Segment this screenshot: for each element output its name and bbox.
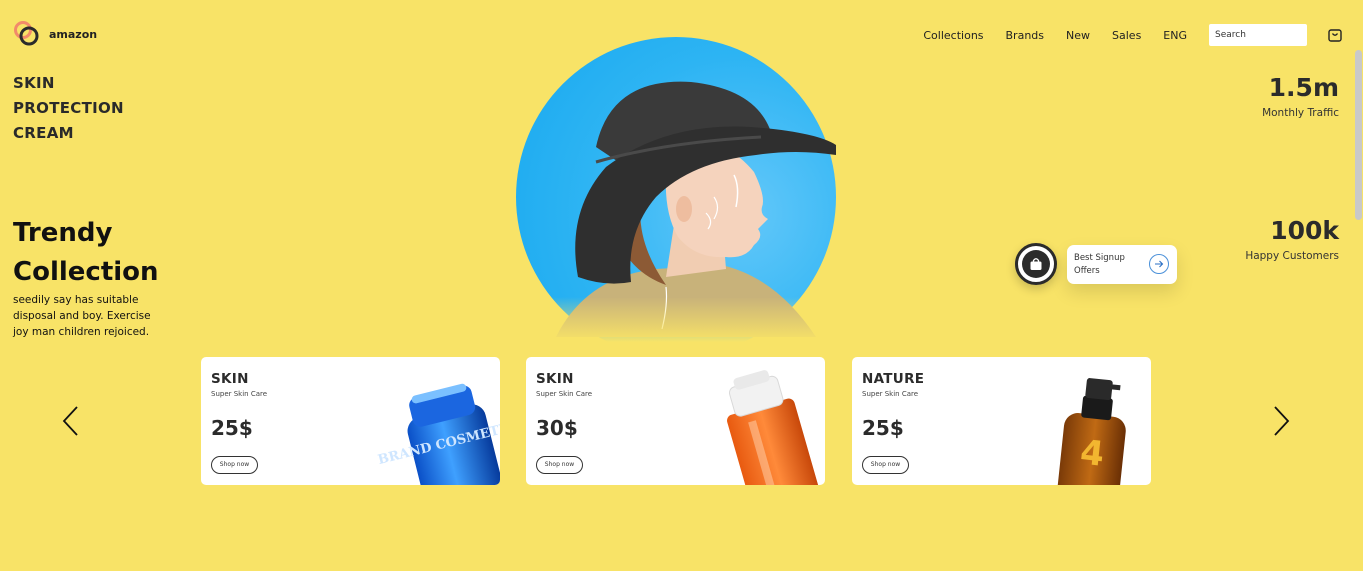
arrow-right-icon [1155, 260, 1164, 268]
product-category: SKIN [211, 371, 249, 387]
signup-text: Best Signup Offers [1074, 253, 1125, 276]
blue-cosmetic-bottle-image: BRAND COSMETICS [376, 383, 500, 485]
product-price: 30$ [536, 416, 578, 440]
stat-value: 1.5m [1268, 73, 1339, 102]
chevron-right-icon[interactable] [1272, 405, 1292, 437]
shop-now-button[interactable]: Shop now [536, 456, 583, 474]
stat-happy-customers: 100k Happy Customers [1245, 216, 1339, 262]
nav-item-new[interactable]: New [1066, 29, 1090, 42]
amber-spray-bottle-image: 4 [1057, 378, 1126, 485]
scrollbar-thumb[interactable] [1355, 50, 1362, 220]
signup-bag-button[interactable] [1015, 243, 1057, 285]
orange-serum-bottle-image [727, 370, 820, 485]
nav-item-sales[interactable]: Sales [1112, 29, 1141, 42]
hero-image [516, 37, 836, 357]
stat-label: Happy Customers [1245, 250, 1339, 262]
signup-offers-card[interactable]: Best Signup Offers [1067, 245, 1177, 284]
headline-line: PROTECTION [13, 99, 124, 117]
brand-name: amazon [49, 27, 98, 41]
collection-title-line: Trendy [13, 218, 113, 248]
collection-title: Trendy Collection [13, 214, 159, 292]
product-card[interactable]: SKIN Super Skin Care 25$ Shop now BRAND … [201, 357, 500, 485]
search-input[interactable] [1209, 24, 1307, 46]
chevron-left-icon[interactable] [60, 405, 80, 437]
rings-logo-icon [14, 21, 39, 46]
product-category: NATURE [862, 371, 925, 387]
collection-description: seedily say has suitable disposal and bo… [13, 294, 151, 338]
product-subtitle: Super Skin Care [211, 390, 268, 398]
language-selector[interactable]: ENG [1163, 29, 1187, 42]
brand-logo[interactable]: amazon [13, 20, 97, 48]
shopping-bag-icon [1030, 258, 1042, 270]
signup-arrow-button[interactable] [1149, 254, 1169, 274]
nav-item-collections[interactable]: Collections [923, 29, 983, 42]
top-nav: Collections Brands New Sales ENG [923, 24, 1343, 46]
product-headline: SKIN PROTECTION CREAM [13, 71, 124, 146]
product-card[interactable]: SKIN Super Skin Care 30$ Shop now [526, 357, 825, 485]
page-scrollbar[interactable] [1354, 0, 1363, 571]
stat-label: Monthly Traffic [1262, 107, 1339, 119]
shop-now-button[interactable]: Shop now [211, 456, 258, 474]
bag-circle-inner [1022, 250, 1050, 278]
headline-line: SKIN [13, 74, 55, 92]
product-price: 25$ [211, 416, 253, 440]
stat-value: 100k [1270, 216, 1339, 245]
svg-text:4: 4 [1078, 433, 1106, 475]
shop-now-button[interactable]: Shop now [862, 456, 909, 474]
shopping-bag-icon[interactable] [1327, 27, 1343, 43]
stat-monthly-traffic: 1.5m Monthly Traffic [1262, 73, 1339, 119]
hero-fade [516, 297, 836, 357]
product-category: SKIN [536, 371, 574, 387]
nav-item-brands[interactable]: Brands [1006, 29, 1045, 42]
product-card[interactable]: NATURE Super Skin Care 25$ Shop now 4 [852, 357, 1151, 485]
product-subtitle: Super Skin Care [536, 390, 593, 398]
product-subtitle: Super Skin Care [862, 390, 919, 398]
headline-line: CREAM [13, 124, 74, 142]
product-price: 25$ [862, 416, 904, 440]
collection-title-line: Collection [13, 257, 159, 287]
